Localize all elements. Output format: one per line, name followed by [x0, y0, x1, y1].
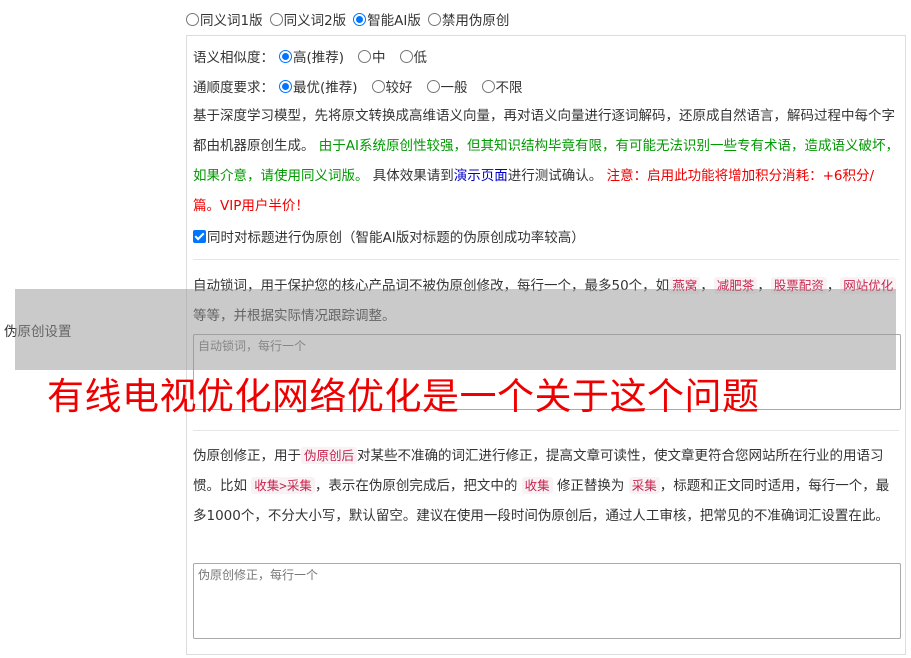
- similarity-radio-high[interactable]: [279, 49, 292, 63]
- fix-desc-text: ，表示在伪原创完成后，把文中的: [314, 478, 518, 494]
- fluency-option-normal[interactable]: 一般: [426, 76, 468, 96]
- lock-example: 燕窝: [669, 277, 701, 294]
- mode-label-ai: 智能AI版: [367, 13, 421, 29]
- ai-desc-text-2: 具体效果请到: [372, 168, 454, 184]
- fluency-radio-any[interactable]: [481, 79, 495, 93]
- mode-label-disable: 禁用伪原创: [441, 13, 510, 29]
- rewrite-fix-input[interactable]: [193, 563, 901, 639]
- lock-example: 股票配资: [770, 277, 827, 294]
- fluency-radio-normal[interactable]: [426, 79, 440, 93]
- fix-code: 收集: [521, 477, 553, 494]
- mode-radio-disable[interactable]: [427, 12, 441, 26]
- similarity-label-high: 高(推荐): [293, 50, 345, 66]
- mode-label-synonym-2: 同义词2版: [283, 13, 347, 29]
- section-label: 伪原创设置: [4, 324, 72, 340]
- ai-description: 基于深度学习模型，先将原文转换成高维语义向量，再对语义向量进行逐词解码，还原成自…: [193, 101, 901, 221]
- lock-example: 减肥茶: [713, 277, 758, 294]
- title-rewrite-checkbox[interactable]: [193, 229, 206, 243]
- fix-description: 伪原创修正，用于 伪原创后 对某些不准确的词汇进行修正，提高文章可读性，使文章更符合…: [193, 441, 901, 531]
- title-rewrite-label: 同时对标题进行伪原创（智能AI版对标题的伪原创成功率较高）: [207, 230, 585, 246]
- similarity-option-high[interactable]: 高(推荐): [279, 46, 344, 66]
- fix-desc-text: 伪原创修正，用于: [193, 448, 301, 464]
- fluency-label: 通顺度要求：: [193, 80, 274, 96]
- similarity-label-mid: 中: [372, 50, 386, 66]
- similarity-radio-low[interactable]: [399, 49, 413, 63]
- mode-option-disable[interactable]: 禁用伪原创: [427, 9, 510, 29]
- similarity-option-mid[interactable]: 中: [358, 46, 386, 66]
- lock-sep: ，: [757, 278, 771, 294]
- mode-label-synonym-1: 同义词1版: [200, 13, 263, 29]
- lock-words-input[interactable]: [193, 334, 901, 410]
- similarity-option-low[interactable]: 低: [399, 46, 428, 66]
- fluency-label-normal: 一般: [440, 80, 468, 96]
- fix-code: 伪原创后: [301, 447, 358, 464]
- lock-sep: ，: [700, 278, 714, 294]
- fluency-label-good: 较好: [385, 80, 413, 96]
- fluency-radio-best[interactable]: [279, 79, 292, 93]
- title-option-row: 同时对标题进行伪原创（智能AI版对标题的伪原创成功率较高）: [193, 225, 599, 247]
- lock-description: 自动锁词，用于保护您的核心产品词不被伪原创修改，每行一个，最多50个，如 燕窝，减…: [193, 271, 901, 331]
- fluency-option-best[interactable]: 最优(推荐): [279, 76, 358, 96]
- title-rewrite-option[interactable]: 同时对标题进行伪原创（智能AI版对标题的伪原创成功率较高）: [193, 226, 585, 246]
- mode-radio-synonym-1[interactable]: [186, 12, 199, 26]
- similarity-radio-mid[interactable]: [358, 49, 372, 63]
- mode-option-synonym-2[interactable]: 同义词2版: [269, 9, 347, 29]
- mode-radio-ai[interactable]: [353, 12, 367, 26]
- mode-option-ai[interactable]: 智能AI版: [353, 9, 421, 29]
- demo-page-link[interactable]: 演示页面: [454, 168, 508, 184]
- fluency-option-any[interactable]: 不限: [481, 76, 523, 96]
- fix-code: 收集>采集: [251, 477, 315, 494]
- similarity-label: 语义相似度：: [193, 50, 274, 66]
- ai-desc-text-3: 进行测试确认。: [507, 168, 603, 184]
- fluency-label-best: 最优(推荐): [293, 80, 358, 96]
- mode-radio-synonym-2[interactable]: [269, 12, 283, 26]
- fluency-row: 通顺度要求： 最优(推荐) 较好 一般 不限: [193, 75, 537, 97]
- section-divider: [193, 259, 899, 260]
- similarity-label-low: 低: [413, 50, 428, 66]
- lock-sep: ，: [826, 278, 841, 294]
- settings-panel: 语义相似度： 高(推荐) 中 低 通顺度要求： 最优(推荐) 较好 一般 不限 …: [186, 35, 906, 655]
- fix-desc-text: 修正替换为: [556, 478, 625, 494]
- fix-code: 采集: [628, 477, 660, 494]
- fluency-option-good[interactable]: 较好: [371, 76, 413, 96]
- lock-desc-outro: 等等，并根据实际情况跟踪调整。: [193, 308, 396, 324]
- lock-desc-text: 自动锁词，用于保护您的核心产品词不被伪原创修改，每行一个，最多50个，如: [193, 278, 670, 294]
- fluency-label-any: 不限: [495, 80, 523, 96]
- fluency-radio-good[interactable]: [371, 79, 385, 93]
- lock-example: 网站优化: [840, 277, 897, 294]
- similarity-row: 语义相似度： 高(推荐) 中 低: [193, 45, 441, 67]
- rewrite-mode-group: 同义词1版 同义词2版 智能AI版 禁用伪原创: [186, 9, 516, 29]
- section-divider: [193, 430, 899, 431]
- mode-option-synonym-1[interactable]: 同义词1版: [186, 9, 263, 29]
